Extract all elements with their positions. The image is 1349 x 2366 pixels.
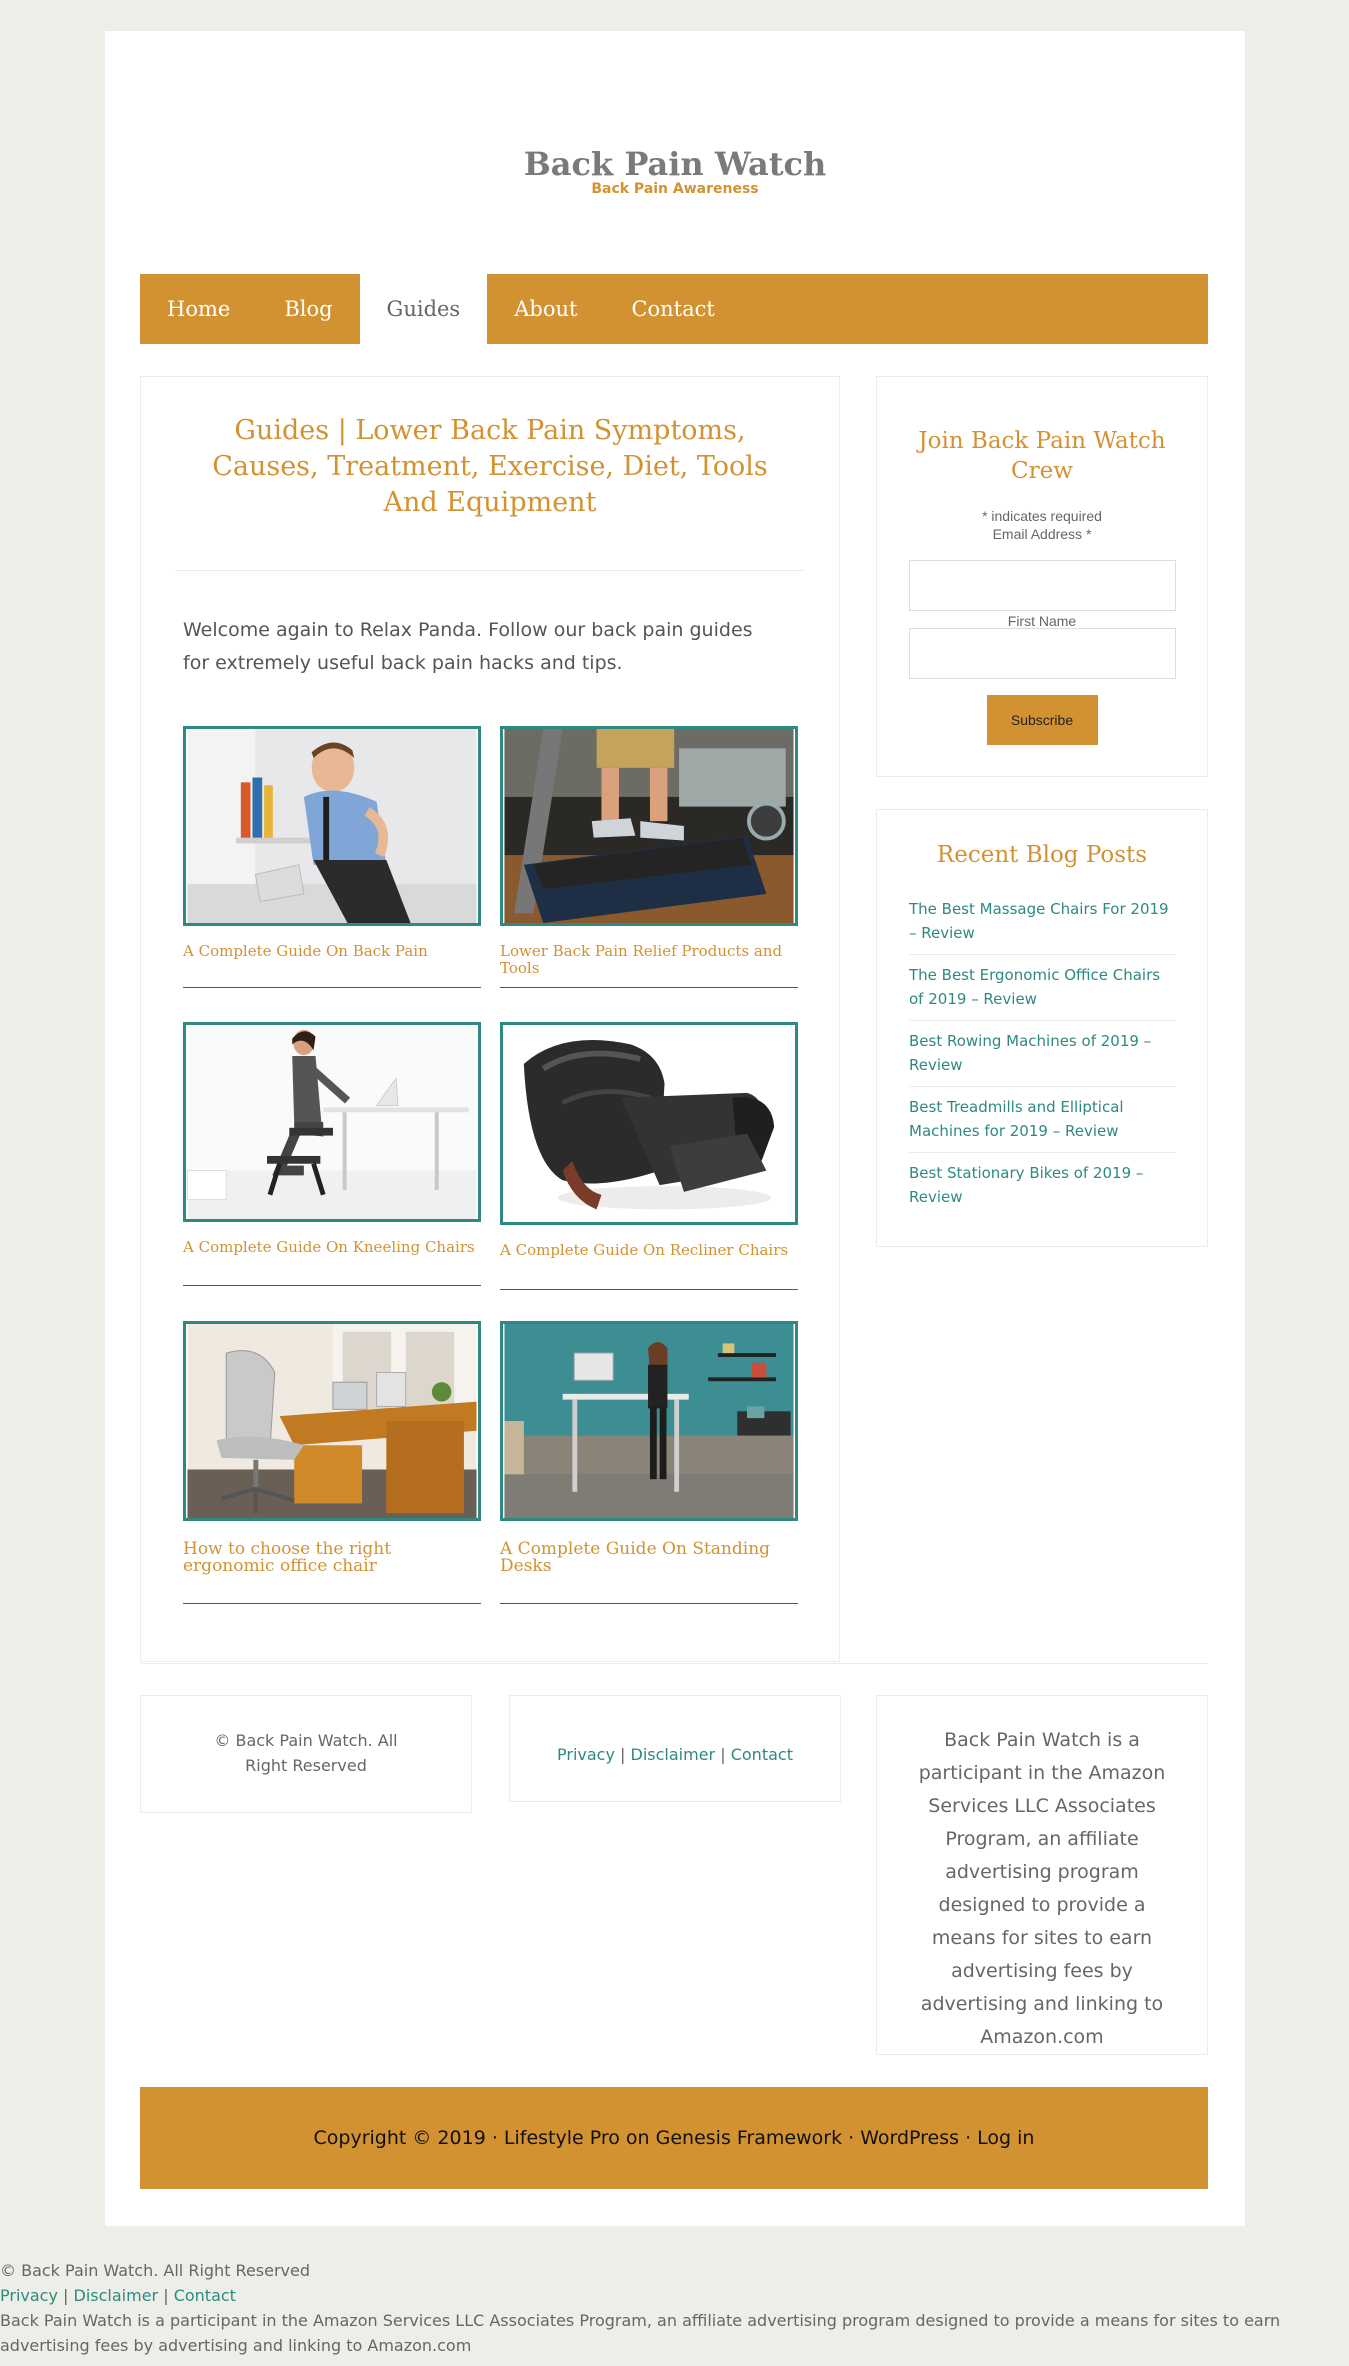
newsletter-widget: Join Back Pain Watch Crew * indicates re… [876, 376, 1208, 777]
card-divider [500, 987, 798, 988]
recent-post-link[interactable]: Best Stationary Bikes of 2019 – Review [909, 1153, 1176, 1218]
first-name-field[interactable] [909, 628, 1176, 679]
card-divider [500, 1289, 798, 1290]
copyright-text: Copyright © 2019 · [313, 2127, 504, 2149]
guide-title-link[interactable]: A Complete Guide On Recliner Chairs [500, 1242, 798, 1259]
extra-link-privacy[interactable]: Privacy [0, 2286, 58, 2305]
extra-footer: © Back Pain Watch. All Right Reserved Pr… [0, 2258, 1300, 2358]
guide-image-kneeling-chairs[interactable] [183, 1022, 481, 1222]
page-title: Guides | Lower Back Pain Symptoms, Cause… [212, 415, 768, 518]
recent-post-link[interactable]: The Best Ergonomic Office Chairs of 2019… [909, 955, 1176, 1021]
affiliate-disclosure-box: Back Pain Watch is a participant in the … [876, 1695, 1208, 2055]
main-nav: Home Blog Guides About Contact [140, 274, 1208, 344]
guide-title-link[interactable]: A Complete Guide On Standing Desks [500, 1541, 798, 1575]
guide-card: Lower Back Pain Relief Products and Tool… [500, 726, 798, 977]
office-chair-image [187, 1324, 477, 1518]
subscribe-button[interactable]: Subscribe [986, 695, 1098, 745]
copyright-bar: Copyright © 2019 · Lifestyle Pro on Gene… [140, 2087, 1208, 2189]
footer-rights-text: © Back Pain Watch. All Right Reserved [214, 1731, 398, 1775]
kneeling-chair-image [186, 1025, 477, 1219]
email-label: Email Address * [992, 526, 1092, 542]
guide-card: A Complete Guide On Recliner Chairs [500, 1022, 798, 1259]
link-separator: | [63, 2286, 69, 2305]
title-divider [175, 570, 805, 571]
required-note: * indicates required [982, 508, 1102, 524]
extra-link-contact[interactable]: Contact [174, 2286, 236, 2305]
link-separator: | [620, 1745, 626, 1764]
guide-title-link[interactable]: How to choose the right ergonomic office… [183, 1541, 481, 1575]
recliner-chair-image [504, 1025, 794, 1222]
first-name-label: First Name [1007, 613, 1077, 629]
login-link[interactable]: Log in [977, 2127, 1034, 2149]
guide-card: A Complete Guide On Standing Desks [500, 1321, 798, 1575]
guide-image-relief-products[interactable] [500, 726, 798, 926]
card-divider [183, 987, 481, 988]
nav-item-blog[interactable]: Blog [257, 274, 359, 344]
recent-posts-title: Recent Blog Posts [936, 842, 1148, 868]
nav-item-guides[interactable]: Guides [359, 274, 488, 344]
nav-item-contact[interactable]: Contact [604, 274, 741, 344]
footer-divider [140, 1663, 1208, 1664]
nav-item-home[interactable]: Home [140, 274, 257, 344]
guide-title-link[interactable]: A Complete Guide On Kneeling Chairs [183, 1239, 481, 1256]
extra-affiliate-text: Back Pain Watch is a participant in the … [0, 2311, 1281, 2355]
nav-item-about[interactable]: About [487, 274, 604, 344]
dot-separator: · [842, 2127, 861, 2149]
extra-link-disclaimer[interactable]: Disclaimer [74, 2286, 159, 2305]
intro-text: Welcome again to Relax Panda. Follow our… [183, 619, 753, 674]
site-container: Back Pain Watch Back Pain Awareness Home… [105, 31, 1245, 2226]
man-holding-back-image [187, 729, 477, 923]
footer-link-privacy[interactable]: Privacy [557, 1745, 615, 1764]
standing-desk-image [504, 1324, 794, 1518]
recent-post-link[interactable]: The Best Massage Chairs For 2019 – Revie… [909, 889, 1176, 955]
dot-separator: · [959, 2127, 978, 2149]
link-separator: | [720, 1745, 726, 1764]
extra-links: Privacy | Disclaimer | Contact [0, 2283, 1300, 2308]
main-content: Guides | Lower Back Pain Symptoms, Cause… [140, 376, 840, 1662]
guide-card: A Complete Guide On Kneeling Chairs [183, 1022, 481, 1256]
wordpress-link[interactable]: WordPress [860, 2127, 959, 2149]
email-field[interactable] [909, 560, 1176, 611]
recent-post-link[interactable]: Best Treadmills and Elliptical Machines … [909, 1087, 1176, 1153]
guide-card: A Complete Guide On Back Pain [183, 726, 481, 960]
recent-posts-widget: Recent Blog Posts The Best Massage Chair… [876, 809, 1208, 1247]
guide-title-link[interactable]: Lower Back Pain Relief Products and Tool… [500, 943, 798, 977]
recent-post-link[interactable]: Best Rowing Machines of 2019 – Review [909, 1021, 1176, 1087]
footer-link-contact[interactable]: Contact [731, 1745, 793, 1764]
card-divider [500, 1603, 798, 1604]
link-separator: | [163, 2286, 169, 2305]
guide-image-back-pain[interactable] [183, 726, 481, 926]
treadmill-image [504, 729, 794, 923]
site-title[interactable]: Back Pain Watch [105, 145, 1245, 183]
site-description: Back Pain Awareness [591, 181, 759, 197]
newsletter-title: Join Back Pain Watch Crew [918, 428, 1166, 484]
footer-link-disclaimer[interactable]: Disclaimer [631, 1745, 716, 1764]
guide-image-standing-desks[interactable] [500, 1321, 798, 1521]
recent-posts-list: The Best Massage Chairs For 2019 – Revie… [909, 889, 1176, 1218]
affiliate-disclosure-text: Back Pain Watch is a participant in the … [918, 1729, 1166, 2048]
theme-link[interactable]: Lifestyle Pro on Genesis Framework [504, 2127, 842, 2149]
guide-image-recliner-chairs[interactable] [500, 1022, 798, 1225]
guide-image-office-chair[interactable] [183, 1321, 481, 1521]
card-divider [183, 1603, 481, 1604]
footer-links-box: Privacy | Disclaimer | Contact [509, 1695, 841, 1802]
guide-title-link[interactable]: A Complete Guide On Back Pain [183, 943, 481, 960]
card-divider [183, 1285, 481, 1286]
extra-rights-text: © Back Pain Watch. All Right Reserved [0, 2261, 311, 2280]
guide-card: How to choose the right ergonomic office… [183, 1321, 481, 1575]
footer-rights-box: © Back Pain Watch. All Right Reserved [140, 1695, 472, 1813]
